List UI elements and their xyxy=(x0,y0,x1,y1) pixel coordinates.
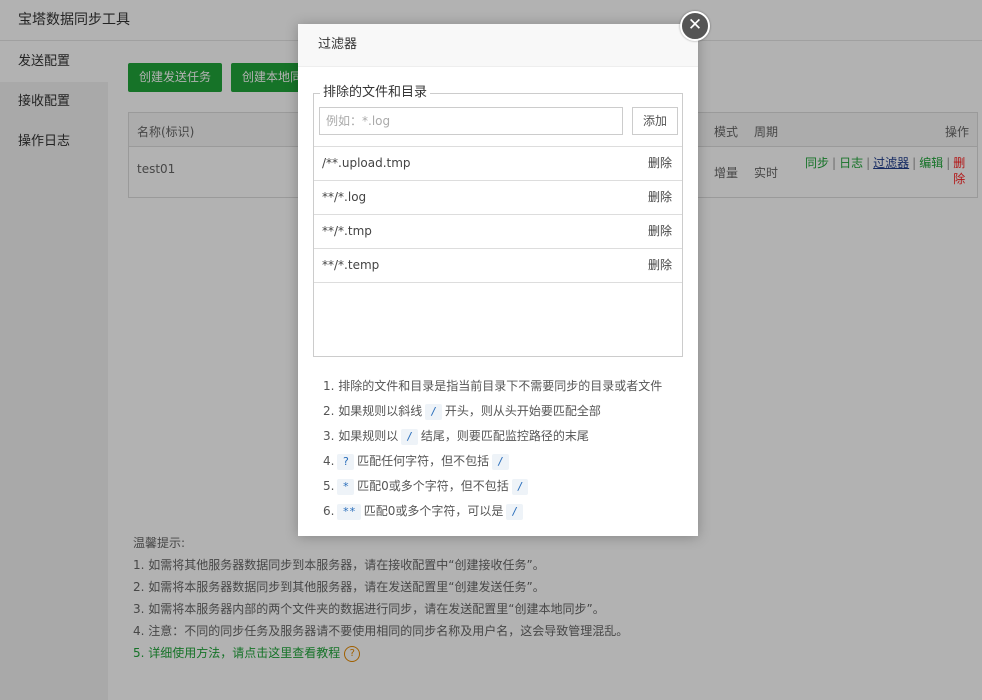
note-text: 5. xyxy=(323,479,335,493)
note-code: / xyxy=(492,454,509,470)
exclude-legend: 排除的文件和目录 xyxy=(320,85,431,101)
rule-row: **/*.tmp 删除 xyxy=(314,214,682,248)
delete-rule-button[interactable]: 删除 xyxy=(648,215,672,248)
rule-pattern: **/*.temp xyxy=(322,258,380,272)
exclude-fieldset: 排除的文件和目录 添加 /**.upload.tmp 删除 **/*.log 删… xyxy=(313,85,683,357)
note-line: 4.? 匹配任何字符，但不包括 / xyxy=(323,449,662,474)
dialog-title: 过滤器 xyxy=(298,24,698,67)
exclude-rule-input[interactable] xyxy=(319,107,623,135)
note-text: 匹配任何字符，但不包括 xyxy=(357,454,490,468)
filter-dialog: 过滤器 ✕ 排除的文件和目录 添加 /**.upload.tmp 删除 **/*… xyxy=(298,11,710,536)
note-code: / xyxy=(425,404,442,420)
rule-row: **/*.temp 删除 xyxy=(314,248,682,283)
rule-pattern: /**.upload.tmp xyxy=(322,156,411,170)
note-line: 3. 如果规则以 / 结尾，则要匹配监控路径的末尾 xyxy=(323,424,662,449)
note-code: / xyxy=(511,479,529,495)
note-line: 5. * 匹配0或多个字符，但不包括 / xyxy=(323,474,662,499)
note-line: 2. 如果规则以斜线 / 开头，则从头开始要匹配全部 xyxy=(323,399,662,424)
note-code: ** xyxy=(337,504,361,520)
note-text: 2. 如果规则以斜线 xyxy=(323,404,423,418)
delete-rule-button[interactable]: 删除 xyxy=(648,181,672,214)
note-text: 匹配0或多个字符，可以是 xyxy=(363,504,504,518)
add-rule-button[interactable]: 添加 xyxy=(632,107,678,135)
delete-rule-button[interactable]: 删除 xyxy=(648,249,672,282)
note-text: 开头，则从头开始要匹配全部 xyxy=(444,404,601,418)
note-text: 6. xyxy=(323,504,335,518)
note-code: / xyxy=(506,504,523,520)
rule-row: /**.upload.tmp 删除 xyxy=(314,146,682,180)
note-code: ? xyxy=(337,454,355,470)
note-text: 3. 如果规则以 xyxy=(323,429,399,443)
delete-rule-button[interactable]: 删除 xyxy=(648,147,672,180)
note-text: 4. xyxy=(323,454,335,468)
filter-notes: 1. 排除的文件和目录是指当前目录下不需要同步的目录或者文件 2. 如果规则以斜… xyxy=(323,374,662,524)
rule-list: /**.upload.tmp 删除 **/*.log 删除 **/*.tmp 删… xyxy=(314,146,682,283)
note-code: / xyxy=(401,429,418,445)
note-text: 匹配0或多个字符，但不包括 xyxy=(357,479,509,493)
note-text: 结尾，则要匹配监控路径的末尾 xyxy=(420,429,589,443)
note-line: 6. ** 匹配0或多个字符，可以是 / xyxy=(323,499,662,524)
rule-pattern: **/*.log xyxy=(322,190,367,204)
note-code: * xyxy=(337,479,355,495)
rule-row: **/*.log 删除 xyxy=(314,180,682,214)
rule-pattern: **/*.tmp xyxy=(322,224,372,238)
note-line: 1. 排除的文件和目录是指当前目录下不需要同步的目录或者文件 xyxy=(323,379,663,393)
close-icon[interactable]: ✕ xyxy=(680,11,710,41)
